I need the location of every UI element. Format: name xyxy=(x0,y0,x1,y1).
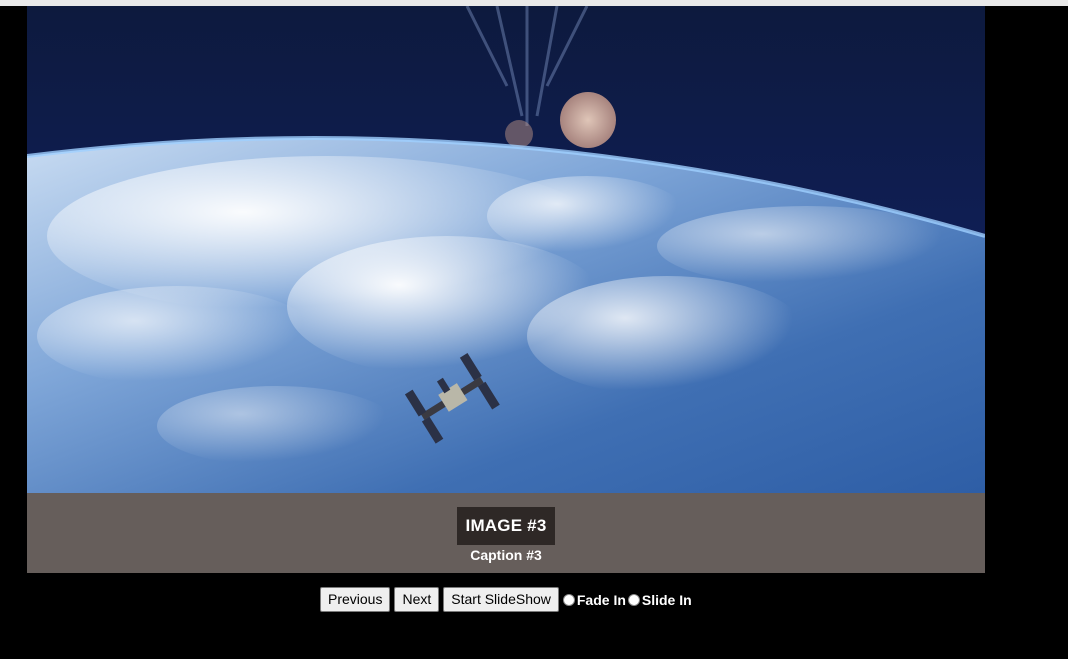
start-slideshow-button[interactable]: Start SlideShow xyxy=(443,587,559,612)
fade-in-radio[interactable] xyxy=(562,593,575,606)
previous-button[interactable]: Previous xyxy=(320,587,391,612)
caption-band: IMAGE #3 Caption #3 xyxy=(27,493,985,573)
slideshow: IMAGE #3 Caption #3 xyxy=(27,6,985,573)
caption-title: IMAGE #3 xyxy=(457,507,555,545)
slide-in-radio[interactable] xyxy=(627,593,640,606)
fade-in-label: Fade In xyxy=(576,591,626,608)
transition-options: Fade In Slide In xyxy=(562,591,694,608)
slide-in-label: Slide In xyxy=(641,591,692,608)
caption-text: Caption #3 xyxy=(470,547,542,563)
slideshow-controls: Previous Next Start SlideShow Fade In Sl… xyxy=(320,587,694,612)
slide-image xyxy=(27,6,985,493)
next-button[interactable]: Next xyxy=(394,587,440,612)
